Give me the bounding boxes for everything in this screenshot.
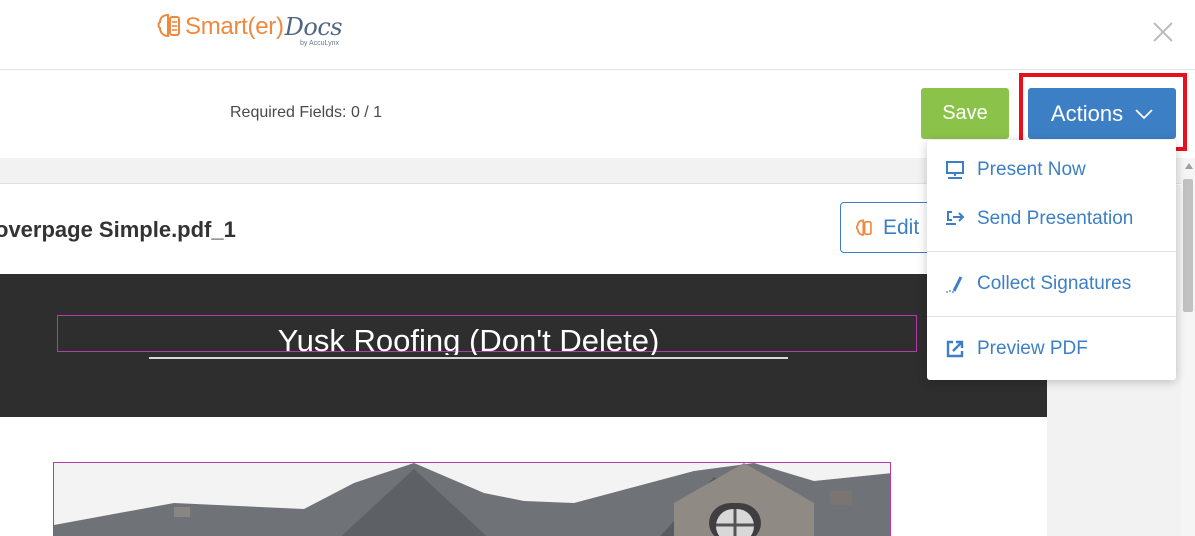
scrollbar-thumb[interactable] (1183, 179, 1193, 312)
title-underline (149, 357, 788, 359)
logo-text-docs: Docs (284, 13, 343, 41)
logo-byline: by AccuLynx (300, 40, 340, 47)
top-header: Smart(er) Docs by AccuLynx (0, 0, 1195, 70)
document-filename: overpage Simple.pdf_1 (0, 217, 236, 242)
menu-item-preview-pdf[interactable]: Preview PDF (927, 326, 1176, 372)
menu-item-send-presentation[interactable]: Send Presentation (927, 196, 1176, 242)
menu-item-collect-signatures[interactable]: Collect Signatures (927, 261, 1176, 307)
menu-item-label: Collect Signatures (977, 273, 1132, 294)
actions-button[interactable]: Actions (1028, 88, 1176, 139)
roof-photo-image (54, 463, 890, 536)
menu-item-present-now[interactable]: Present Now (927, 147, 1176, 193)
document-title: Yusk Roofing (Don't Delete) (277, 323, 660, 355)
menu-item-label: Present Now (977, 159, 1086, 180)
roof-photo[interactable] (53, 462, 891, 536)
close-icon[interactable] (1149, 18, 1177, 46)
document-body (0, 417, 1047, 536)
document-header-row: overpage Simple.pdf_1 Edit (0, 185, 1047, 274)
chevron-down-icon (1135, 108, 1153, 119)
save-button[interactable]: Save (921, 88, 1009, 139)
actions-dropdown-menu: Present Now Send Presentation Collect Si… (927, 140, 1176, 380)
document-title-banner: Yusk Roofing (Don't Delete) (0, 274, 1047, 417)
menu-item-label: Send Presentation (977, 208, 1134, 229)
required-fields-status: Required Fields: 0 / 1 (230, 104, 383, 121)
scroll-up-arrow-icon[interactable] (1185, 163, 1193, 169)
logo-text-smarter: Smart(er) (185, 13, 284, 40)
menu-divider (927, 251, 1176, 252)
signature-pen-icon (946, 276, 963, 293)
send-arrow-icon (946, 211, 965, 225)
smarter-docs-window: Smart(er) Docs by AccuLynx Required Fiel… (0, 0, 1195, 536)
smarterdocs-logo: Smart(er) Docs by AccuLynx (157, 12, 343, 52)
external-link-icon (946, 340, 964, 358)
actions-button-label: Actions (1050, 100, 1124, 126)
brain-edit-icon (855, 219, 872, 236)
edit-button-label: Edit (883, 215, 920, 239)
brain-logo-icon (157, 13, 180, 38)
menu-item-label: Preview PDF (977, 338, 1088, 359)
menu-divider (927, 316, 1176, 317)
presentation-screen-icon (946, 161, 964, 179)
